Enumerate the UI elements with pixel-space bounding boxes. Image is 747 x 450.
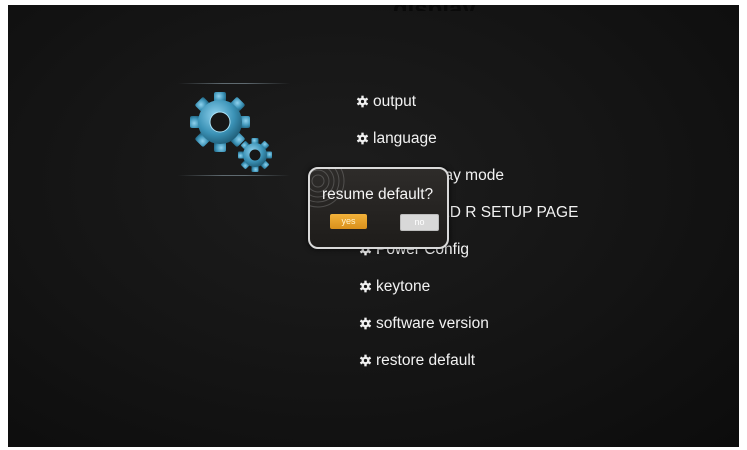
- menu-item-label: language: [373, 129, 437, 147]
- menu-item-label: software version: [376, 314, 489, 332]
- dialog-title: resume default?: [322, 186, 434, 203]
- tv-screen: display: [8, 5, 739, 447]
- gear-bullet-icon: [356, 95, 369, 108]
- resume-default-dialog: resume default? yes no: [308, 167, 449, 249]
- menu-item-output[interactable]: output: [356, 83, 578, 120]
- no-button[interactable]: no: [400, 214, 439, 231]
- gear-panel-bottom-divider: [178, 175, 290, 176]
- menu-item-label: keytone: [376, 277, 431, 295]
- settings-gears-icon: [190, 92, 272, 172]
- clipped-page-title: display: [393, 5, 476, 11]
- menu-item-label: restore default: [376, 351, 476, 369]
- menu-item-software-version[interactable]: software version: [359, 305, 578, 342]
- settings-gear-panel: [178, 77, 290, 177]
- gear-panel-top-divider: [178, 83, 290, 84]
- gear-bullet-icon: [359, 317, 372, 330]
- menu-item-language[interactable]: language: [356, 120, 578, 157]
- gear-bullet-icon: [359, 354, 372, 367]
- menu-item-keytone[interactable]: keytone: [359, 268, 578, 305]
- gear-bullet-icon: [356, 132, 369, 145]
- menu-item-restore-default[interactable]: restore default: [359, 342, 578, 379]
- yes-button[interactable]: yes: [330, 214, 367, 229]
- gear-bullet-icon: [359, 280, 372, 293]
- menu-item-label: output: [373, 92, 417, 110]
